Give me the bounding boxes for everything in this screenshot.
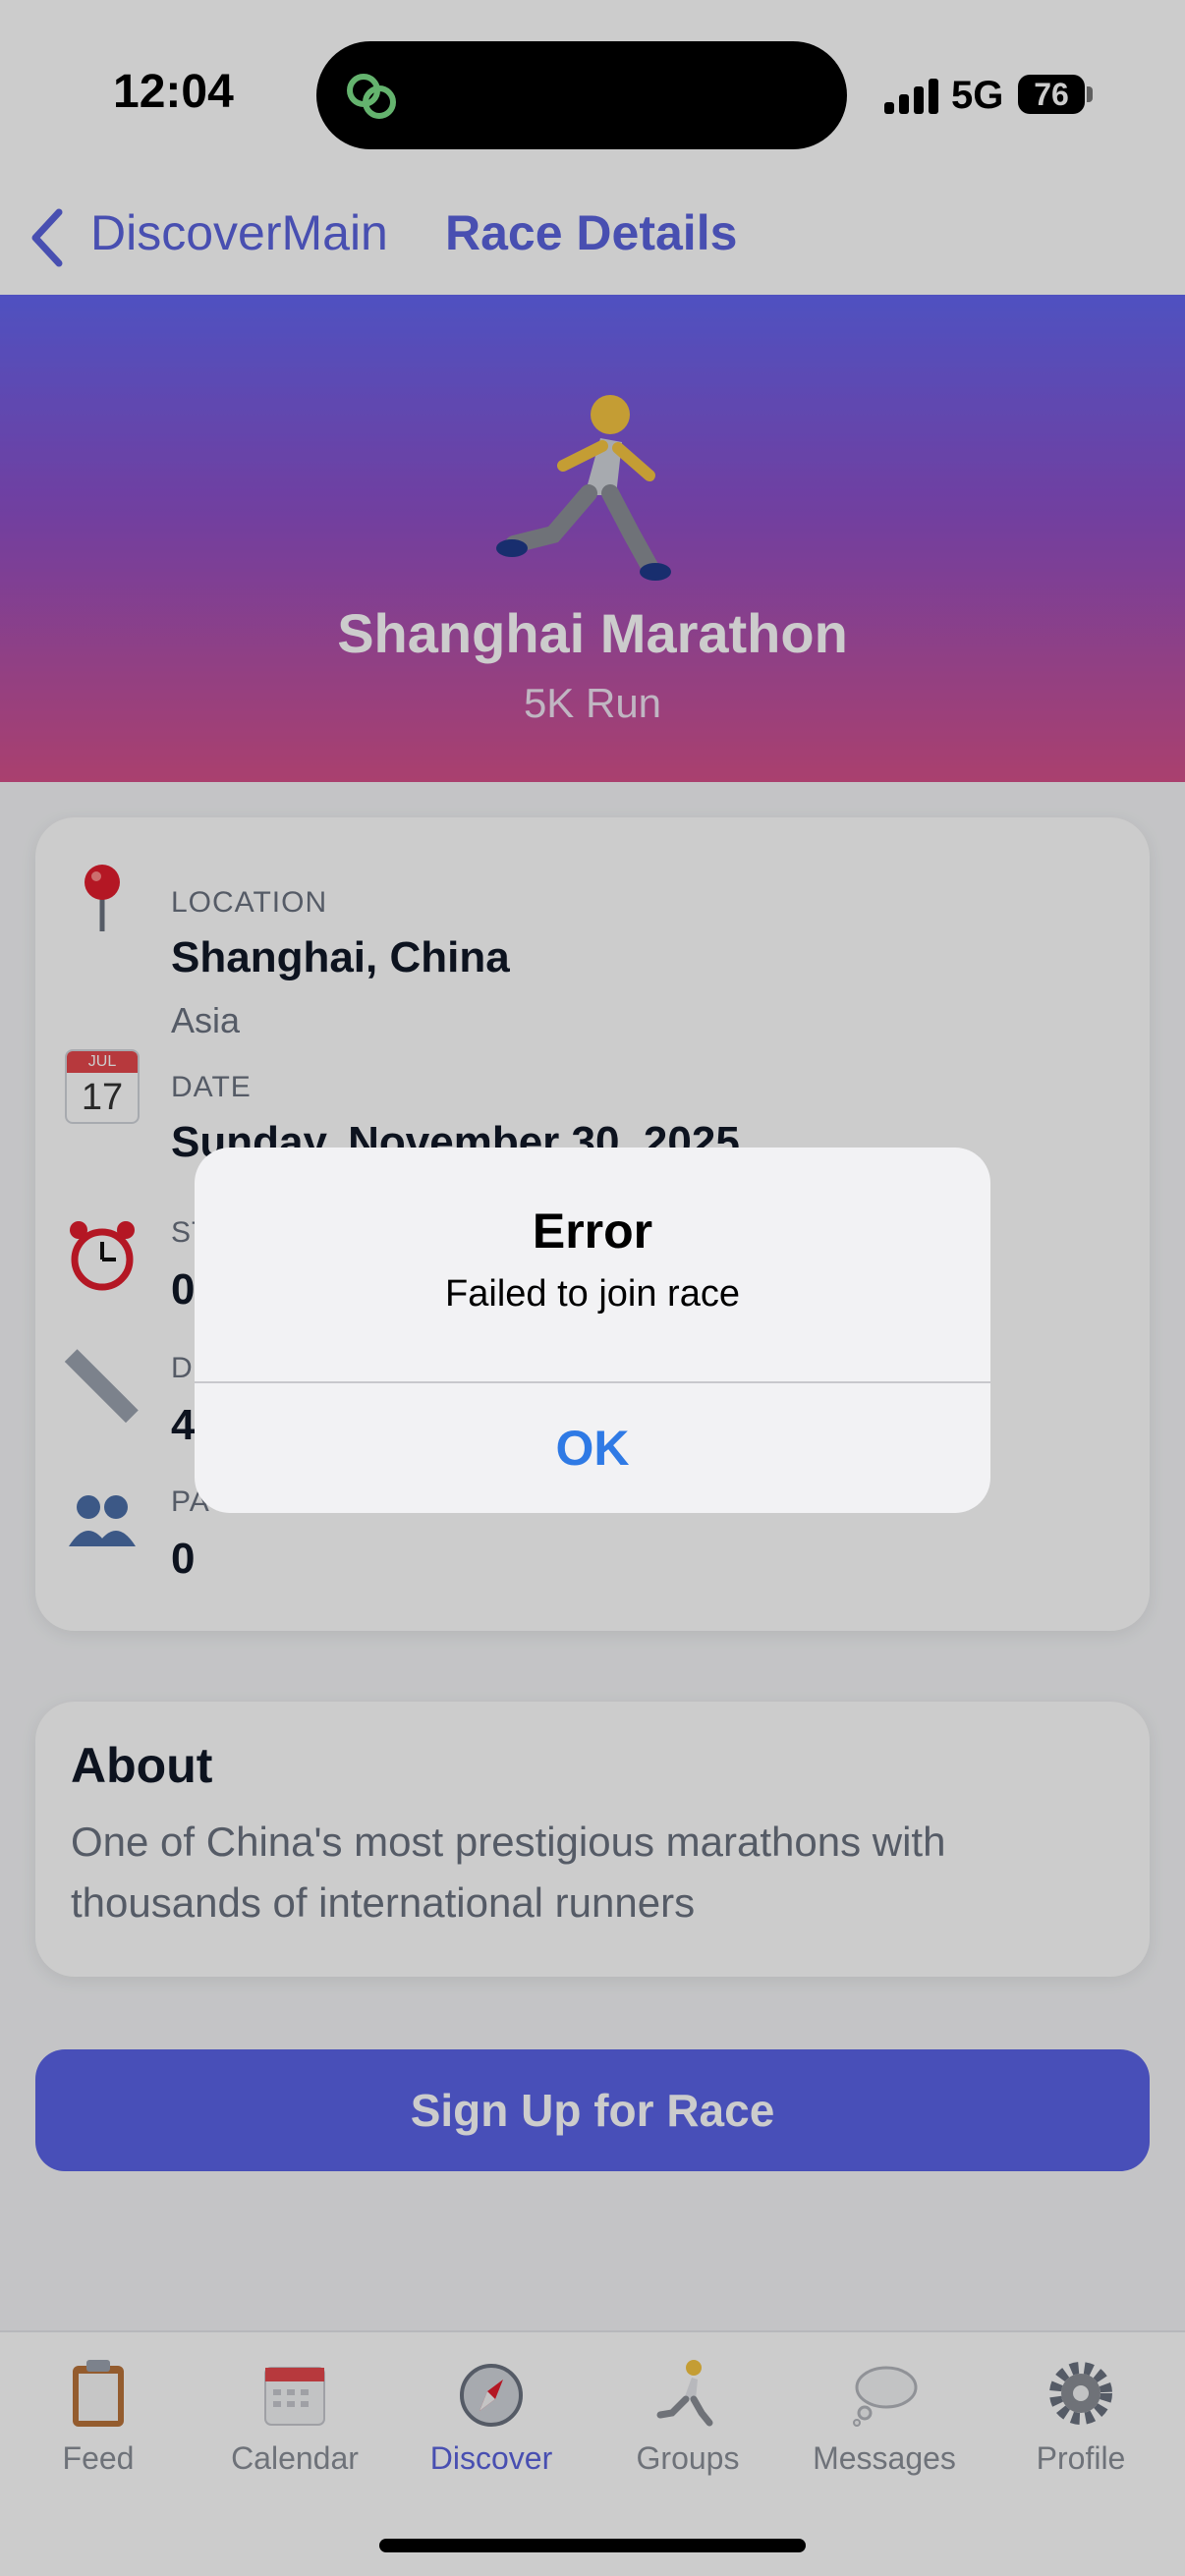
alert-title: Error: [532, 1204, 653, 1259]
alert-message: Failed to join race: [445, 1273, 740, 1315]
ok-button[interactable]: OK: [195, 1383, 990, 1513]
error-alert: Error Failed to join race OK: [195, 1148, 990, 1513]
race-details-screen: 12:04 5G 76 DiscoverMain Race Details Sh…: [0, 0, 1185, 2576]
